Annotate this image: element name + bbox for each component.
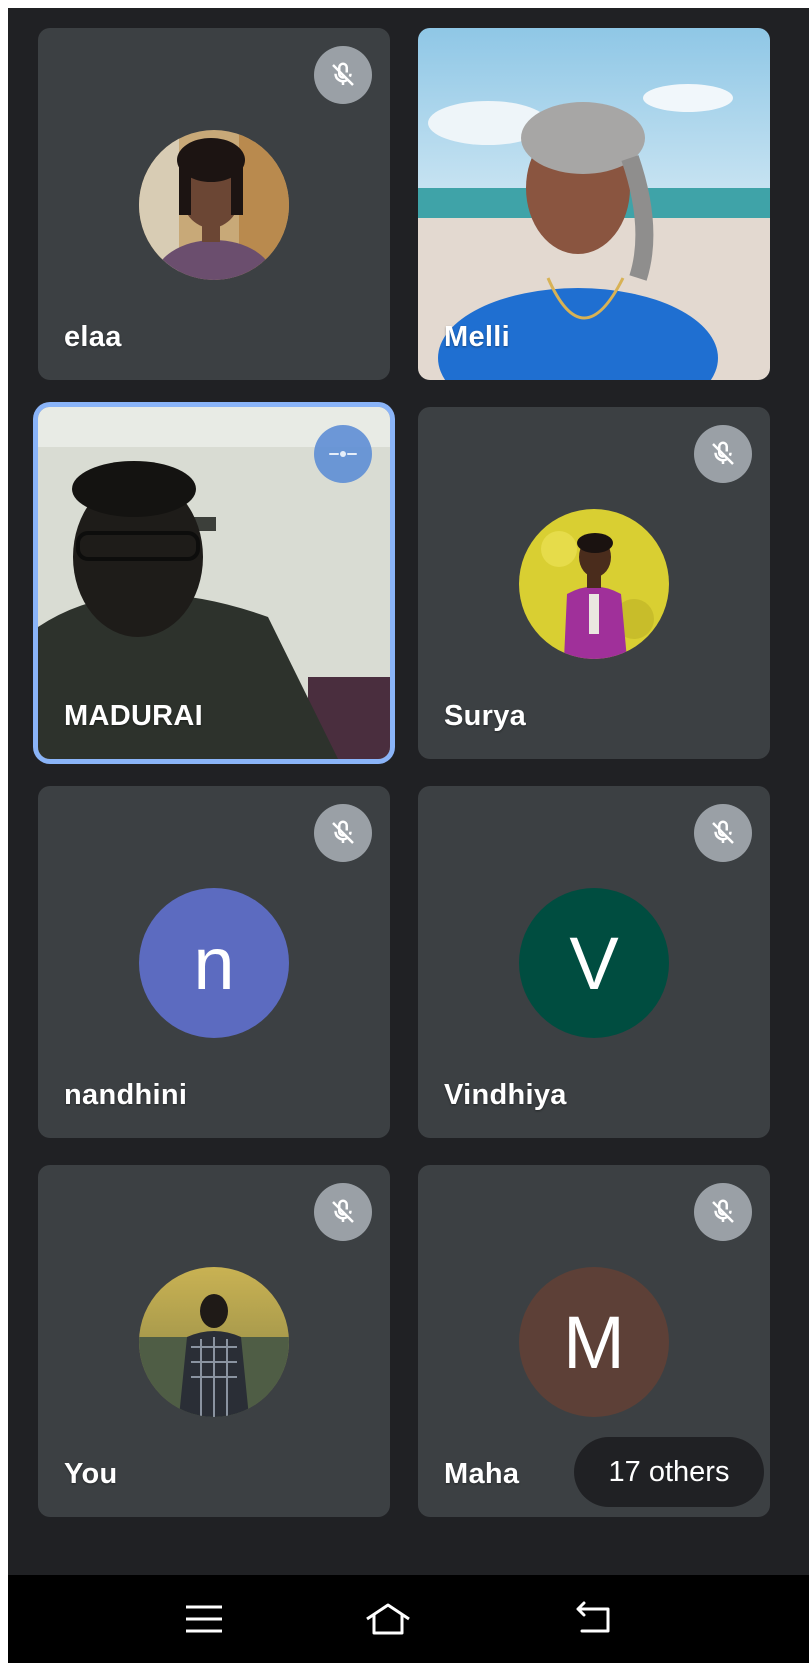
- participant-name: Surya: [444, 700, 527, 732]
- avatar-initial: M: [519, 1267, 669, 1417]
- participant-tile-vindhiya[interactable]: V Vindhiya: [418, 786, 770, 1138]
- avatar: [519, 509, 669, 659]
- participant-name: nandhini: [64, 1079, 188, 1111]
- mic-off-icon: [694, 425, 752, 483]
- participant-name: elaa: [64, 321, 122, 353]
- participant-tile-elaa[interactable]: elaa: [38, 28, 390, 380]
- home-icon[interactable]: [364, 1597, 412, 1641]
- recent-apps-icon[interactable]: [180, 1597, 228, 1641]
- participant-name: MADURAI: [64, 700, 204, 732]
- system-navigation-bar: [8, 1575, 809, 1663]
- participant-tile-you[interactable]: You: [38, 1165, 390, 1517]
- avatar-initial: V: [519, 888, 669, 1038]
- mic-off-icon: [314, 46, 372, 104]
- participant-name: Melli: [444, 321, 510, 353]
- avatar: [139, 130, 289, 280]
- participant-tile-surya[interactable]: Surya: [418, 407, 770, 759]
- participant-name: You: [64, 1458, 118, 1490]
- back-icon[interactable]: [570, 1597, 618, 1641]
- participant-tile-melli[interactable]: Melli: [418, 28, 770, 380]
- participant-tile-madurai[interactable]: MADURAI: [38, 407, 390, 759]
- mic-off-icon: [314, 804, 372, 862]
- audio-indicator-icon: [314, 425, 372, 483]
- participant-name: Maha: [444, 1458, 520, 1490]
- others-button[interactable]: 17 others: [574, 1437, 764, 1507]
- mic-off-icon: [694, 1183, 752, 1241]
- participant-tile-nandhini[interactable]: n nandhini: [38, 786, 390, 1138]
- avatar: [139, 1267, 289, 1417]
- mic-off-icon[interactable]: [314, 1183, 372, 1241]
- avatar-initial: n: [139, 888, 289, 1038]
- mic-off-icon: [694, 804, 752, 862]
- participant-name: Vindhiya: [444, 1079, 567, 1111]
